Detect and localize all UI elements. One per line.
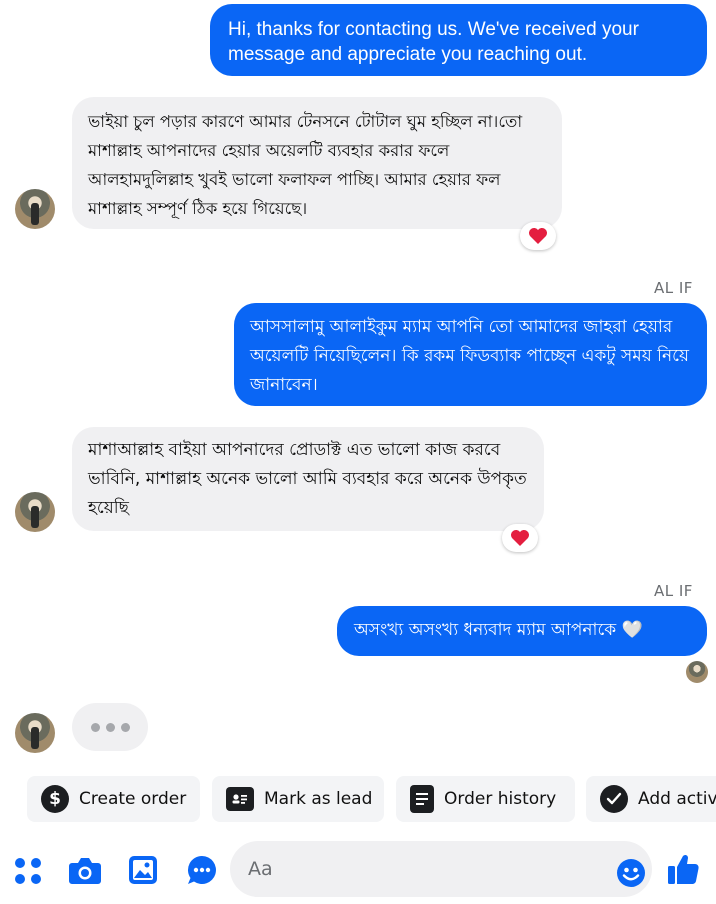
typing-indicator: [72, 703, 148, 751]
message-text: মাশাআল্লাহ বাইয়া আপনাদের প্রোডাক্ট এত ভ…: [88, 440, 527, 518]
emoji-icon[interactable]: [616, 858, 646, 892]
add-activity-button[interactable]: Add activ: [586, 776, 716, 822]
chip-label: Mark as lead: [264, 789, 373, 809]
sender-label: AL IF: [654, 279, 693, 297]
outgoing-message[interactable]: Hi, thanks for contacting us. We've rece…: [210, 4, 707, 76]
composer-bar: Aa: [0, 838, 716, 904]
gallery-icon[interactable]: [128, 855, 158, 889]
outgoing-message[interactable]: আসসালামু আলাইকুম ম্যাম আপনি তো আমাদের জা…: [234, 303, 707, 406]
chip-label: Add activ: [638, 789, 716, 809]
typing-dot: [120, 722, 130, 732]
grid-menu-icon[interactable]: [14, 857, 42, 889]
message-text: অসংখ্য অসংখ্য ধন্যবাদ ম্যাম আপনাকে 🤍: [354, 620, 643, 640]
heart-icon: [511, 530, 529, 546]
typing-dot: [105, 722, 115, 732]
id-card-icon: [226, 787, 254, 811]
message-text: ভাইয়া চুল পড়ার কারণে আমার টেনসনে টোটাল…: [88, 112, 523, 218]
seen-avatar: [686, 661, 708, 683]
heart-reaction[interactable]: [520, 222, 556, 250]
contact-avatar[interactable]: [15, 713, 55, 753]
outgoing-message[interactable]: অসংখ্য অসংখ্য ধন্যবাদ ম্যাম আপনাকে 🤍: [337, 606, 707, 656]
saved-replies-icon[interactable]: [186, 854, 218, 890]
message-text: আসসালামু আলাইকুম ম্যাম আপনি তো আমাদের জা…: [250, 317, 689, 395]
incoming-message[interactable]: মাশাআল্লাহ বাইয়া আপনাদের প্রোডাক্ট এত ভ…: [72, 427, 544, 531]
contact-avatar[interactable]: [15, 189, 55, 229]
mark-as-lead-button[interactable]: Mark as lead: [212, 776, 384, 822]
order-history-button[interactable]: Order history: [396, 776, 575, 822]
dollar-icon: $: [41, 785, 69, 813]
heart-icon: [529, 228, 547, 244]
heart-reaction[interactable]: [502, 524, 538, 552]
chip-label: Order history: [444, 789, 557, 809]
check-circle-icon: [600, 785, 628, 813]
incoming-message[interactable]: ভাইয়া চুল পড়ার কারণে আমার টেনসনে টোটাল…: [72, 97, 562, 229]
typing-dot: [90, 722, 100, 732]
message-input[interactable]: Aa: [230, 841, 652, 897]
sender-label: AL IF: [654, 582, 693, 600]
like-icon[interactable]: [666, 852, 700, 890]
camera-icon[interactable]: [68, 855, 102, 889]
list-doc-icon: [410, 785, 434, 813]
message-text: Hi, thanks for contacting us. We've rece…: [228, 19, 639, 65]
message-input-placeholder: Aa: [248, 858, 273, 880]
contact-avatar[interactable]: [15, 492, 55, 532]
chip-label: Create order: [79, 789, 187, 809]
create-order-button[interactable]: $ Create order: [27, 776, 200, 822]
